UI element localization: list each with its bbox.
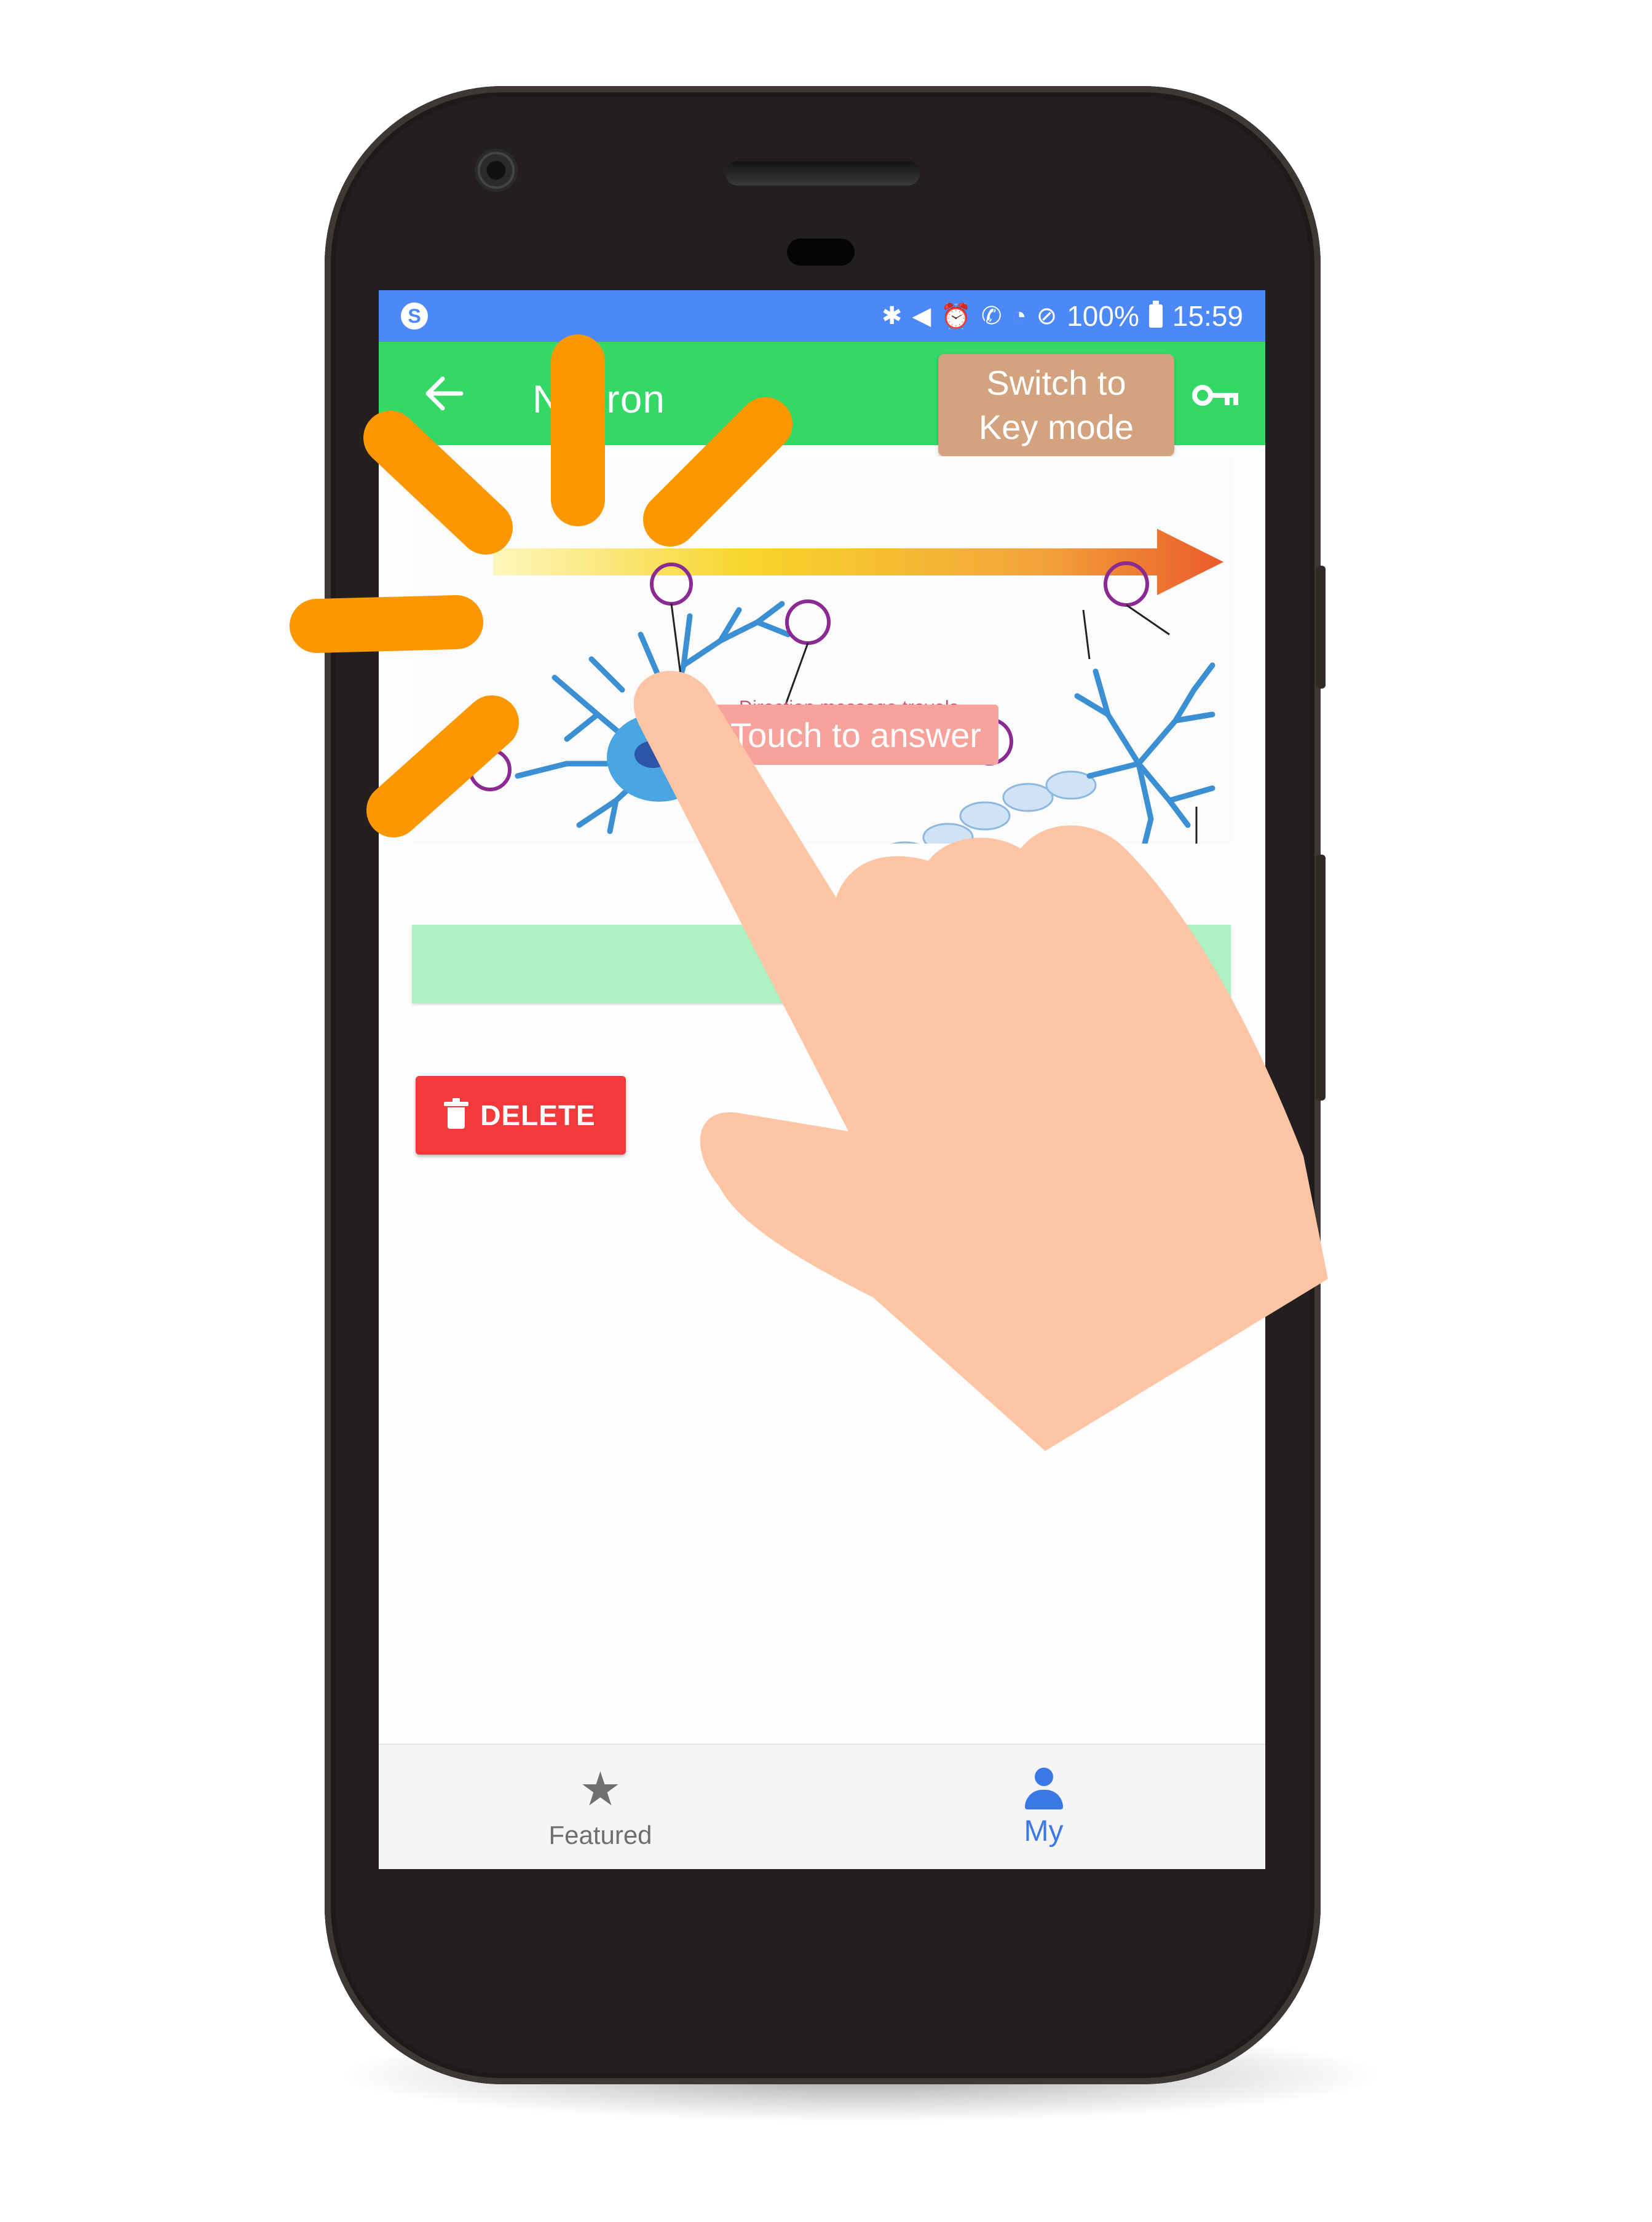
answer-bar[interactable] <box>412 925 1231 1003</box>
app-notification-icon: S <box>401 302 428 330</box>
touch-to-answer-label[interactable]: Touch to answer <box>713 705 998 765</box>
switch-to-key-mode-button[interactable]: Switch to Key mode <box>938 354 1174 456</box>
status-icons: ✱ ◀ ⏰ ✆ ◔ ⊘ 100% 15:59 <box>882 290 1243 342</box>
no-disturb-icon: ⊘ <box>1036 302 1057 330</box>
proximity-sensor <box>787 239 855 266</box>
mute-icon: ◀ <box>912 302 931 330</box>
key-icon[interactable] <box>1192 380 1241 411</box>
trash-icon <box>444 1098 469 1129</box>
mode-button-line2: Key mode <box>978 408 1134 446</box>
battery-percent: 100% <box>1067 300 1139 332</box>
status-time: 15:59 <box>1172 300 1243 332</box>
mode-button-line1: Switch to <box>986 363 1126 402</box>
star-icon: ★ <box>579 1763 622 1816</box>
app-bar: Neuron Switch to Key mode <box>379 342 1265 456</box>
phone-screen: S ✱ ◀ ⏰ ✆ ◔ ⊘ 100% 15:59 Neuron Switch t… <box>379 290 1265 1869</box>
bottom-navigation: ★ Featured My <box>379 1744 1265 1869</box>
battery-icon <box>1148 301 1163 328</box>
neuron-diagram[interactable]: Direction message travels Touch to answe… <box>413 456 1232 844</box>
bluetooth-icon: ✱ <box>881 302 903 330</box>
wifi-icon: ◔ <box>1011 302 1027 330</box>
delete-button[interactable]: DELETE <box>416 1076 626 1155</box>
earpiece-speaker <box>725 161 920 186</box>
alarm-icon: ⏰ <box>941 302 972 330</box>
volume-button <box>1316 855 1326 1101</box>
person-icon <box>1022 1767 1065 1811</box>
wifi-call-icon: ✆ <box>981 302 1002 330</box>
delete-label: DELETE <box>480 1099 596 1131</box>
direction-arrow <box>493 529 1223 595</box>
nav-item-featured[interactable]: ★ Featured <box>379 1745 822 1869</box>
power-button <box>1316 566 1326 689</box>
nav-item-my[interactable]: My <box>822 1745 1265 1869</box>
page-title: Neuron <box>532 377 665 421</box>
status-bar: S ✱ ◀ ⏰ ✆ ◔ ⊘ 100% 15:59 <box>379 290 1265 342</box>
back-arrow-icon[interactable] <box>424 375 464 412</box>
nucleus <box>634 741 671 768</box>
front-camera <box>475 149 518 192</box>
nav-label-featured: Featured <box>548 1821 652 1849</box>
nav-label-my: My <box>1024 1814 1064 1848</box>
